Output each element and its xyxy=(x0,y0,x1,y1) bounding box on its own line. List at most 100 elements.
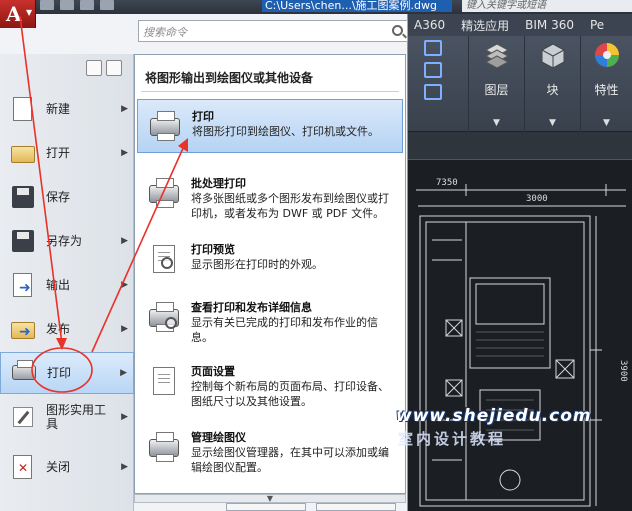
floor-plan-drawing xyxy=(416,184,626,507)
search-icon[interactable] xyxy=(392,25,403,36)
chevron-down-icon[interactable]: ▼ xyxy=(581,118,632,128)
floppy-disk-icon xyxy=(10,184,36,210)
drawing-canvas[interactable]: 7350 3000 3900 xyxy=(406,160,632,511)
properties-panel-label: 特性 xyxy=(594,83,619,97)
watermark-text: 室内设计教程 xyxy=(398,430,507,448)
printer-icon xyxy=(150,110,180,141)
options-button[interactable] xyxy=(226,503,306,511)
tab-a360[interactable]: A360 xyxy=(406,18,453,32)
watermark-url: www.shejiedu.com xyxy=(396,406,592,426)
submenu-item-batch-plot[interactable]: 批处理打印 将多张图纸或多个图形发布到绘图仪或打印机，或者发布为 DWF 或 P… xyxy=(137,167,403,229)
undo-icon[interactable] xyxy=(100,0,114,10)
submenu-item-desc: 显示有关已完成的打印和发布作业的信息。 xyxy=(191,316,378,344)
color-wheel-icon xyxy=(594,43,619,67)
autocad-logo-icon: A xyxy=(6,2,22,26)
search-placeholder: 搜索命令 xyxy=(143,26,187,39)
submenu-item-desc: 显示图形在打印时的外观。 xyxy=(191,258,323,271)
menu-item-print[interactable]: 打印 ▶ xyxy=(0,352,134,394)
open-icon[interactable] xyxy=(60,0,74,10)
menu-item-label: 输出 xyxy=(46,277,71,292)
chevron-down-icon[interactable]: ▼ xyxy=(469,118,524,128)
save-icon[interactable] xyxy=(80,0,94,10)
submenu-item-page-setup[interactable]: 页面设置 控制每个新布局的页面布局、打印设备、图纸尺寸以及其他设置。 xyxy=(137,355,403,417)
help-search-input[interactable]: 键入关键字或短语 xyxy=(462,0,632,12)
chevron-right-icon: ▶ xyxy=(121,147,128,158)
tab-featured-apps[interactable]: 精选应用 xyxy=(453,17,517,34)
tab-bim360[interactable]: BIM 360 xyxy=(517,18,582,32)
canvas-viewport-header xyxy=(406,132,632,160)
layers-panel-label: 图层 xyxy=(484,83,509,97)
menu-item-label: 发布 xyxy=(46,321,71,336)
menu-footer-buttons xyxy=(134,503,408,511)
search-commands-input[interactable]: 搜索命令 xyxy=(138,20,408,42)
submenu-item-desc: 将图形打印到绘图仪、打印机或文件。 xyxy=(192,125,379,138)
submenu-item-title: 打印 xyxy=(192,110,214,123)
submenu-title: 将图形输出到绘图仪或其他设备 xyxy=(145,71,314,85)
exit-button[interactable] xyxy=(316,503,396,511)
block-icon xyxy=(541,43,564,68)
menu-item-export[interactable]: ➜ 输出 ▶ xyxy=(0,264,134,306)
title-bar: C:\Users\chen...\施工图案例.dwg 键入关键字或短语 xyxy=(0,0,632,14)
menu-item-save[interactable]: 保存 xyxy=(0,176,134,218)
submenu-scroll-down[interactable]: ▼ xyxy=(134,494,406,503)
batch-plot-icon xyxy=(149,177,179,208)
print-submenu: 将图形输出到绘图仪或其他设备 打印 将图形打印到绘图仪、打印机或文件。 批处理打… xyxy=(134,54,406,494)
page-setup-icon xyxy=(149,365,179,395)
menu-item-label: 打印 xyxy=(47,366,72,380)
properties-panel[interactable]: 特性 ▼ xyxy=(580,36,632,132)
menu-item-save-as[interactable]: 另存为 ▶ xyxy=(0,220,134,262)
menu-item-drawing-utilities[interactable]: 图形实用工具 ▶ xyxy=(0,396,134,438)
tab-performance[interactable]: Pe xyxy=(582,18,612,32)
chevron-right-icon: ▶ xyxy=(121,103,128,114)
save-as-icon xyxy=(10,228,36,254)
submenu-item-plot-details[interactable]: 查看打印和发布详细信息 显示有关已完成的打印和发布作业的信息。 xyxy=(137,291,403,351)
layers-panel[interactable]: 图层 ▼ xyxy=(468,36,524,132)
submenu-item-desc: 将多张图纸或多个图形发布到绘图仪或打印机，或者发布为 DWF 或 PDF 文件。 xyxy=(191,192,389,220)
menu-item-open[interactable]: 打开 ▶ xyxy=(0,132,134,174)
menu-item-label: 图形实用工具 xyxy=(46,402,107,431)
menu-item-close[interactable]: 关闭 ▶ xyxy=(0,446,134,488)
ribbon-tabs: A360 精选应用 BIM 360 Pe xyxy=(406,14,632,36)
table-tool-icon[interactable] xyxy=(424,84,442,100)
application-menu-button[interactable]: A ▼ xyxy=(0,0,36,28)
dimension-tool-icon[interactable] xyxy=(424,40,442,56)
close-document-icon xyxy=(10,454,36,480)
chevron-right-icon: ▶ xyxy=(121,411,128,422)
plotter-manager-icon xyxy=(149,431,179,462)
submenu-item-title: 批处理打印 xyxy=(191,177,246,190)
wrench-icon xyxy=(10,404,36,430)
new-icon[interactable] xyxy=(40,0,54,10)
block-panel[interactable]: 块 ▼ xyxy=(524,36,580,132)
menu-item-label: 关闭 xyxy=(46,459,71,474)
menu-item-label: 另存为 xyxy=(46,233,83,248)
menu-item-publish[interactable]: ➜ 发布 ▶ xyxy=(0,308,134,350)
chevron-right-icon: ▶ xyxy=(121,279,128,290)
recent-documents-icon[interactable] xyxy=(86,60,102,76)
submenu-item-manage-plotters[interactable]: 管理绘图仪 显示绘图仪管理器，在其中可以添加或编辑绘图仪配置。 xyxy=(137,421,403,483)
quick-access-toolbar[interactable] xyxy=(40,0,114,12)
submenu-item-plot-preview[interactable]: 打印预览 显示图形在打印时的外观。 xyxy=(137,233,403,287)
dimension-label: 7350 xyxy=(436,178,458,188)
plot-preview-icon xyxy=(149,243,179,273)
submenu-item-title: 打印预览 xyxy=(191,243,235,256)
chevron-right-icon: ▶ xyxy=(121,323,128,334)
menu-item-new[interactable]: 新建 ▶ xyxy=(0,88,134,130)
menu-item-label: 打开 xyxy=(46,145,71,160)
folder-icon xyxy=(10,140,36,166)
chevron-down-icon[interactable]: ▼ xyxy=(525,118,580,128)
menu-item-label: 新建 xyxy=(46,101,71,116)
dimension-label: 3900 xyxy=(618,360,628,382)
printer-icon xyxy=(11,360,37,386)
chevron-right-icon: ▶ xyxy=(121,461,128,472)
export-icon: ➜ xyxy=(10,272,36,298)
ribbon-panels: 图层 ▼ 块 ▼ 特性 ▼ xyxy=(406,36,632,132)
plot-details-icon xyxy=(149,301,179,332)
publish-icon: ➜ xyxy=(10,316,36,342)
new-document-icon xyxy=(10,96,36,122)
submenu-item-desc: 显示绘图仪管理器，在其中可以添加或编辑绘图仪配置。 xyxy=(191,446,389,474)
leader-tool-icon[interactable] xyxy=(424,62,442,78)
chevron-right-icon: ▶ xyxy=(121,235,128,246)
submenu-item-plot[interactable]: 打印 将图形打印到绘图仪、打印机或文件。 xyxy=(137,99,403,153)
dimension-label: 3000 xyxy=(526,194,548,204)
open-documents-icon[interactable] xyxy=(106,60,122,76)
